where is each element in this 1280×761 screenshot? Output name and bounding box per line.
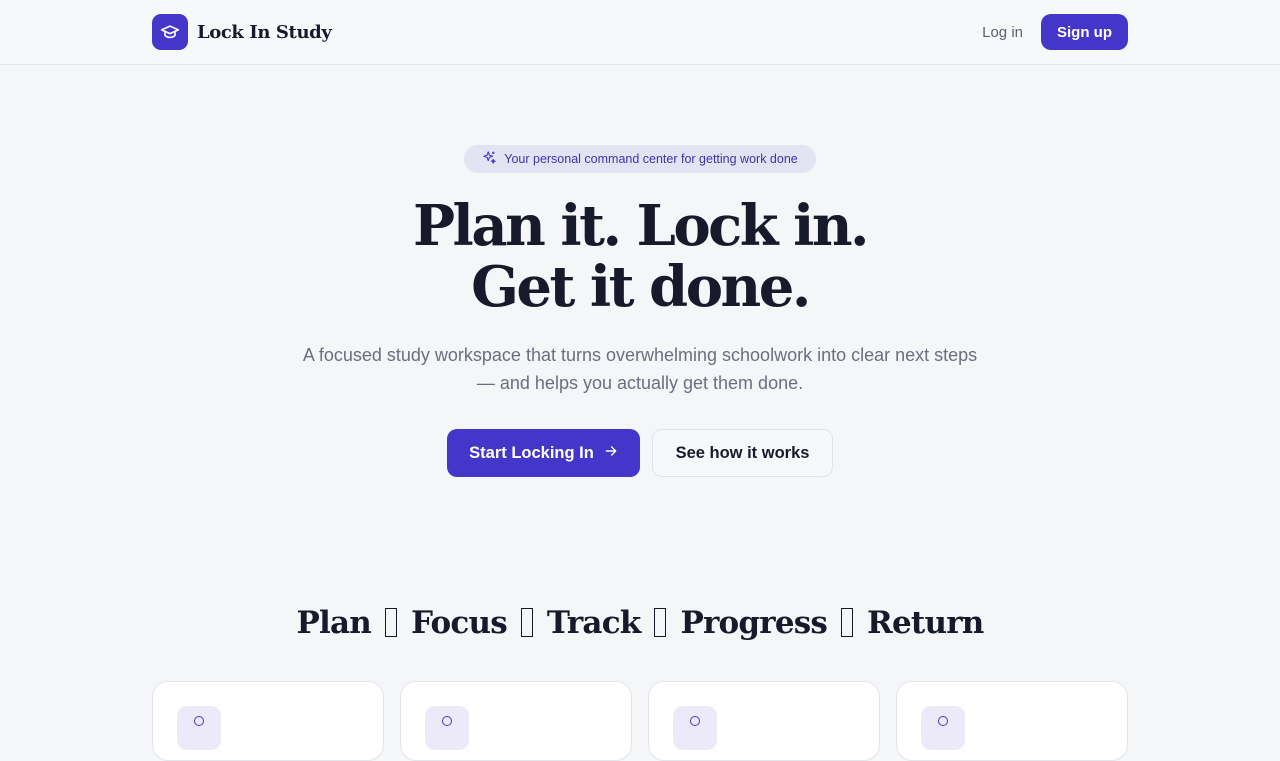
signup-button[interactable]: Sign up [1041, 14, 1128, 50]
brand-name: Lock In Study [197, 21, 332, 43]
missing-glyph-box [841, 608, 854, 637]
flow-step: Focus [411, 605, 508, 641]
feature-cards [152, 681, 1128, 761]
flow-step: Return [867, 605, 984, 641]
headline-line-1: Plan it. Lock in. [412, 193, 870, 259]
cta-row: Start Locking In See how it works [447, 429, 833, 477]
flow-step: Progress [680, 605, 828, 641]
missing-glyph-box [520, 608, 533, 637]
missing-glyph-box [385, 608, 398, 637]
feature-card [648, 681, 880, 761]
tagline-badge: Your personal command center for getting… [464, 145, 816, 173]
feature-icon [673, 706, 717, 750]
feature-icon [921, 706, 965, 750]
hero-subtitle: A focused study workspace that turns ove… [302, 345, 978, 393]
feature-card [152, 681, 384, 761]
feature-icon [177, 706, 221, 750]
missing-glyph-box [654, 608, 667, 637]
feature-card [896, 681, 1128, 761]
graduation-cap-icon [152, 14, 188, 50]
see-how-it-works-button[interactable]: See how it works [652, 429, 833, 477]
top-navbar: Lock In Study Log in Sign up [0, 0, 1280, 65]
flow-step: Track [546, 605, 641, 641]
feature-icon [425, 706, 469, 750]
headline-line-2: Get it done. [471, 254, 811, 320]
sparkles-icon [482, 150, 497, 168]
arrow-right-icon [604, 444, 618, 463]
nav-actions: Log in Sign up [982, 14, 1128, 50]
login-link[interactable]: Log in [982, 24, 1023, 41]
brand[interactable]: Lock In Study [152, 14, 332, 50]
start-locking-in-button[interactable]: Start Locking In [447, 429, 640, 477]
hero-headline: Plan it. Lock in. Get it done. [0, 196, 1280, 318]
badge-text: Your personal command center for getting… [504, 152, 798, 166]
flow-step: Plan [296, 605, 372, 641]
feature-card [400, 681, 632, 761]
flow-title: Plan Focus Track Progress Return [0, 603, 1280, 643]
primary-cta-label: Start Locking In [469, 443, 594, 462]
